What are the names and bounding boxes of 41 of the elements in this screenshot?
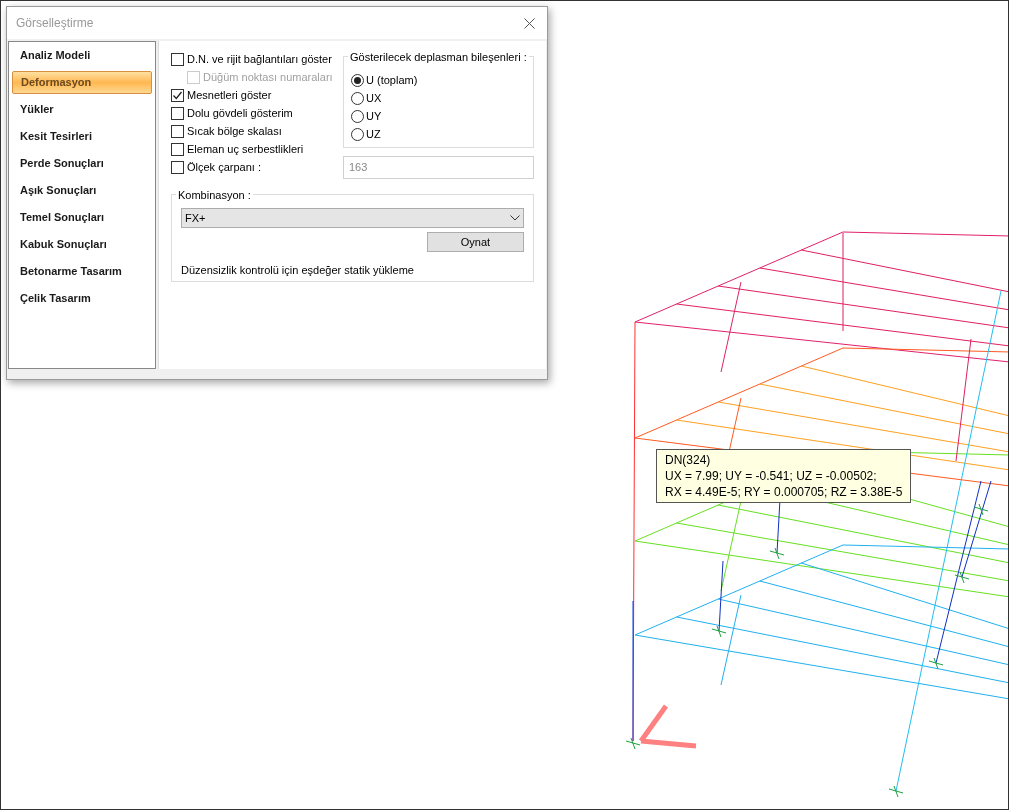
sidebar-item[interactable]: Perde Sonuçları [12,152,152,175]
radio-label: UY [366,108,382,124]
checkbox[interactable] [171,52,184,66]
checkbox[interactable] [171,88,184,102]
combination-dropdown[interactable]: FX+ [181,208,524,228]
checkbox-label: Mesnetleri göster [187,87,272,103]
window-title: Görselleştirme [16,15,94,32]
chevron-down-icon [510,215,520,221]
radio-button[interactable] [351,91,364,105]
radio-button[interactable] [351,109,364,123]
checkbox-label: Eleman uç serbestlikleri [187,141,304,157]
checkbox[interactable] [171,160,184,174]
tooltip-line: DN(324) [665,452,712,468]
checkbox-label: Dolu gövdeli gösterim [187,105,293,121]
note-text: Düzensizlik kontrolü için eşdeğer statik yükleme [181,263,415,278]
radio-label: UZ [366,126,381,142]
radio-button[interactable] [351,127,364,141]
checkbox[interactable] [171,142,184,156]
tooltip-line: RX = 4.49E-5; RY = 0.000705; RZ = 3.38E-5 [665,484,903,500]
sidebar-item[interactable]: Deformasyon [12,71,152,94]
tooltip-line: UX = 7.99; UY = -0.541; UZ = -0.00502; [665,468,878,484]
play-button[interactable]: Oynat [427,232,524,252]
close-icon[interactable] [524,17,535,29]
sidebar-item[interactable]: Kesit Tesirleri [12,125,152,148]
checkbox-label: Düğüm noktası numaraları [203,69,333,85]
sidebar-item[interactable]: Temel Sonuçları [12,206,152,229]
sidebar-item[interactable]: Yükler [12,98,152,121]
checkbox-label: Sıcak bölge skalası [187,123,282,139]
checkbox[interactable] [171,106,184,120]
radio-label: U (toplam) [366,72,418,88]
checkmark-icon [172,89,183,101]
radio-label: UX [366,90,382,106]
checkbox[interactable] [171,124,184,138]
radio-button[interactable] [351,73,364,87]
sidebar-item[interactable]: Analiz Modeli [12,44,152,67]
checkbox-label: Ölçek çarpanı : [187,159,261,175]
sidebar-item[interactable]: Kabuk Sonuçları [12,233,152,256]
checkbox-label: D.N. ve rijit bağlantıları göster [187,51,332,67]
sidebar-item[interactable]: Çelik Tasarım [12,287,152,310]
sidebar-item[interactable]: Betonarme Tasarım [12,260,152,283]
sidebar-item[interactable]: Aşık Sonuçları [12,179,152,202]
